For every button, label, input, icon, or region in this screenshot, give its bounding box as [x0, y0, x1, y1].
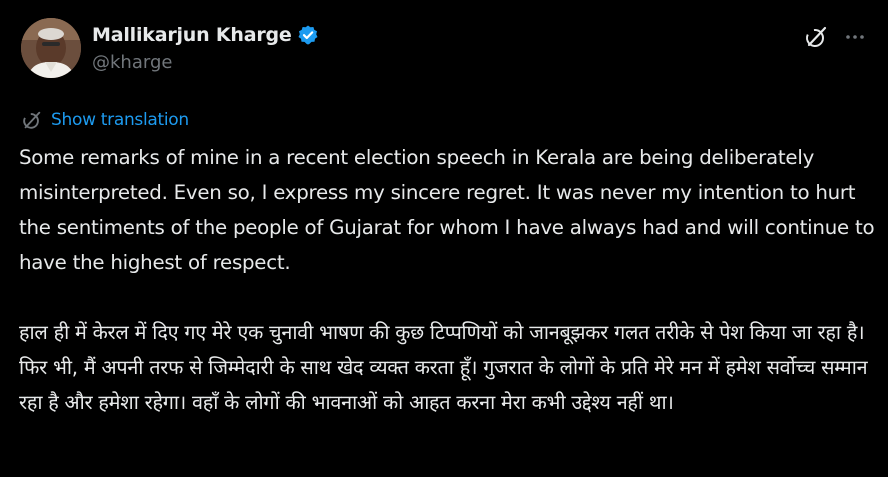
show-translation-label[interactable]: Show translation [51, 110, 189, 130]
author-block: Mallikarjun Kharge @kharge [92, 22, 319, 73]
author-name-row: Mallikarjun Kharge [92, 22, 319, 48]
tweet-header: Mallikarjun Kharge @kharge [21, 18, 871, 84]
tweet-paragraph-english: Some remarks of mine in a recent electio… [19, 146, 875, 274]
grok-button[interactable] [803, 24, 829, 50]
author-name[interactable]: Mallikarjun Kharge [92, 24, 292, 46]
grok-icon [806, 26, 827, 47]
tweet-paragraph-hindi: हाल ही में केरल में दिए गए मेरे एक चुनाव… [19, 321, 868, 414]
verified-badge-icon[interactable] [297, 24, 319, 46]
more-options-button[interactable] [842, 24, 868, 50]
grok-translate-icon [23, 111, 41, 129]
tweet-body: Some remarks of mine in a recent electio… [19, 140, 881, 420]
avatar[interactable] [21, 18, 81, 78]
more-dots-icon [846, 35, 864, 39]
author-handle[interactable]: @kharge [92, 52, 319, 73]
show-translation-button[interactable]: Show translation [21, 108, 189, 132]
avatar-image [21, 18, 81, 78]
